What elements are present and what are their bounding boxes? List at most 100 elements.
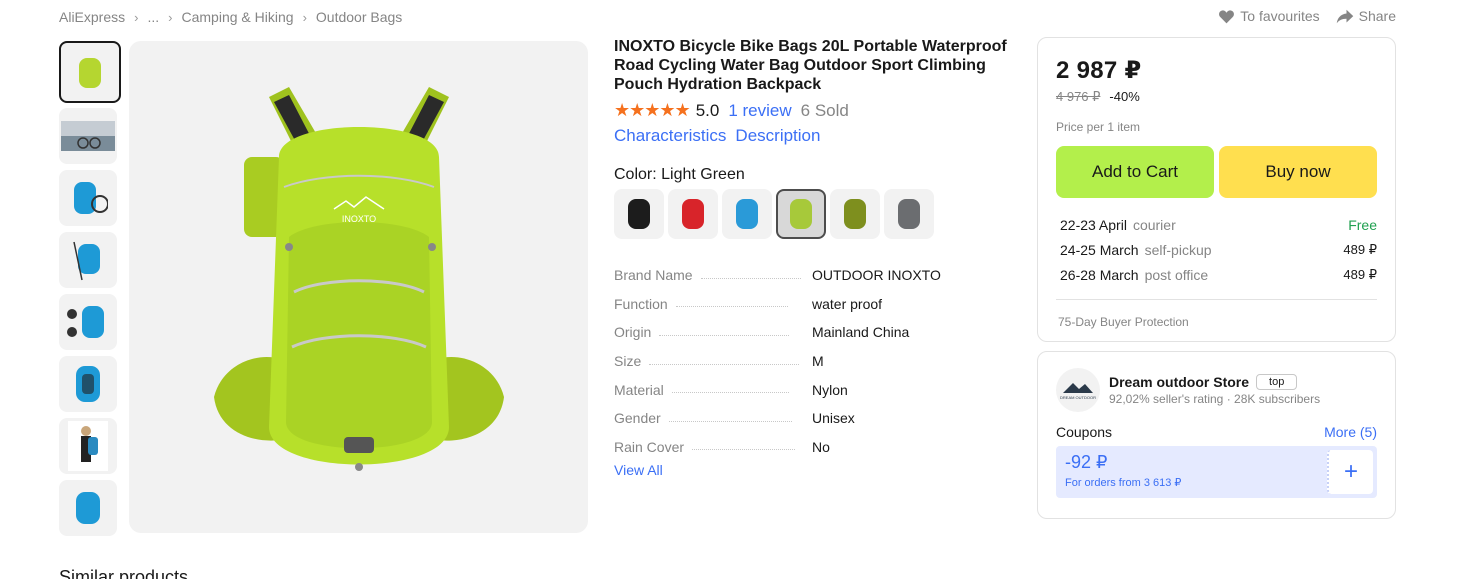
thumbnail-1[interactable] (59, 41, 121, 103)
product-page: AliExpress › ... › Camping & Hiking › Ou… (0, 0, 1466, 579)
shipping-date: 26-28 March (1060, 266, 1139, 283)
store-logo[interactable]: DREAM OUTDOOR (1056, 368, 1100, 412)
thumbnail-2[interactable] (59, 108, 117, 164)
model-thumb-image (68, 421, 108, 471)
chevron-right-icon: › (302, 9, 307, 25)
dot-separator: · (1226, 392, 1235, 406)
breadcrumb-outdoor-bags[interactable]: Outdoor Bags (316, 9, 402, 25)
coupon-condition: For orders from 3 613 ₽ (1065, 477, 1182, 489)
spec-leader (649, 363, 800, 365)
price-note: Price per 1 item (1056, 120, 1141, 134)
rating-value: 5.0 (695, 100, 720, 120)
share-button[interactable]: Share (1336, 8, 1396, 24)
more-coupons-link[interactable]: More (5) (1324, 424, 1377, 440)
shipping-option[interactable]: 24-25 March self-pickup 489 ₽ (1060, 237, 1377, 262)
spec-leader (659, 334, 790, 336)
current-price: 2 987 ₽ (1056, 57, 1142, 84)
spec-row: Function water proof (614, 290, 1014, 319)
backpack-swatch-image (628, 199, 650, 229)
shipping-price: 489 ₽ (1343, 266, 1377, 282)
spec-value: Mainland China (812, 324, 910, 341)
color-swatch-red[interactable] (668, 189, 718, 239)
shipping-method: post office (1144, 266, 1209, 283)
backpack-thumb-image (79, 58, 101, 88)
sold-count: 6 Sold (800, 100, 849, 120)
shipping-date: 22-23 April (1060, 216, 1127, 233)
shipping-method: self-pickup (1144, 241, 1212, 258)
store-name[interactable]: Dream outdoor Store (1109, 374, 1249, 390)
spec-row: Origin Mainland China (614, 318, 1014, 347)
spec-row: Gender Unisex (614, 404, 1014, 433)
top-store-badge: top (1256, 374, 1298, 390)
spec-row: Rain Cover No (614, 433, 1014, 462)
main-product-image[interactable]: INOXTO (129, 41, 588, 533)
backpack-swatch-image (736, 199, 758, 229)
thumbnail-8[interactable] (59, 480, 117, 536)
spec-key: Material (614, 381, 664, 398)
top-actions: To favourites Share (1218, 8, 1396, 24)
chevron-right-icon: › (134, 9, 139, 25)
spec-leader (675, 306, 788, 308)
color-swatch-light-green[interactable] (776, 189, 826, 239)
thumbnail-4[interactable] (59, 232, 117, 288)
favourites-button[interactable]: To favourites (1218, 8, 1320, 24)
reviews-link[interactable]: 1 review (728, 101, 791, 121)
buyer-protection[interactable]: 75-Day Buyer Protection (1056, 315, 1377, 329)
spec-key: Rain Cover (614, 438, 685, 455)
svg-text:INOXTO: INOXTO (341, 214, 375, 224)
store-logo-text: DREAM OUTDOOR (1060, 395, 1096, 400)
backpack-thumb-image (67, 306, 104, 338)
thumbnail-7[interactable] (59, 418, 117, 474)
thumbnail-6[interactable] (59, 356, 117, 412)
color-swatches (614, 189, 1014, 239)
breadcrumb-ellipsis[interactable]: ... (147, 9, 159, 25)
spec-leader (692, 449, 796, 451)
coupon-amount: -92 ₽ (1065, 452, 1108, 472)
spec-key: Brand Name (614, 267, 693, 284)
tab-description[interactable]: Description (735, 126, 820, 146)
store-name-row: Dream outdoor Store top (1109, 374, 1320, 390)
buy-now-button[interactable]: Buy now (1219, 146, 1377, 198)
spec-value: OUTDOOR INOXTO (812, 267, 941, 284)
breadcrumb-camping-hiking[interactable]: Camping & Hiking (182, 9, 294, 25)
spec-row: Brand Name OUTDOOR INOXTO (614, 261, 1014, 290)
thumbnail-list (59, 41, 121, 542)
store-logo-image: DREAM OUTDOOR (1060, 383, 1096, 400)
spec-leader (671, 392, 789, 394)
subscriber-count: 28K subscribers (1234, 392, 1321, 406)
tab-characteristics[interactable]: Characteristics (614, 126, 726, 146)
view-all-link[interactable]: View All (614, 462, 663, 478)
store-stats: 92,02% seller's rating · 28K subscribers (1109, 392, 1320, 406)
shipping-option[interactable]: 22-23 April courier Free (1060, 212, 1377, 237)
color-swatch-gray[interactable] (884, 189, 934, 239)
rating-row: ★★★★★ 5.0 1 review 6 Sold (614, 100, 1014, 121)
shipping-price: 489 ₽ (1343, 241, 1377, 257)
shipping-option[interactable]: 26-28 March post office 489 ₽ (1060, 262, 1377, 287)
spec-row: Material Nylon (614, 375, 1014, 404)
color-swatch-blue[interactable] (722, 189, 772, 239)
thumbnail-3[interactable] (59, 170, 117, 226)
coupon-card: -92 ₽ For orders from 3 613 ₽ + (1056, 446, 1377, 498)
breadcrumb-aliexpress[interactable]: AliExpress (59, 9, 125, 25)
spec-value: Unisex (812, 410, 855, 427)
backpack-thumb-image (76, 492, 100, 524)
shipping-price: Free (1348, 216, 1377, 233)
spec-row: Size M (614, 347, 1014, 376)
backpack-swatch-image (898, 199, 920, 229)
divider (1056, 299, 1377, 300)
old-price-row: 4 976 ₽ -40% (1056, 89, 1377, 105)
color-swatch-olive[interactable] (830, 189, 880, 239)
color-swatch-black[interactable] (614, 189, 664, 239)
thumbnail-5[interactable] (59, 294, 117, 350)
favourites-label: To favourites (1240, 8, 1320, 24)
coupons-title: Coupons (1056, 424, 1113, 440)
coupon-body: -92 ₽ For orders from 3 613 ₽ (1056, 446, 1327, 498)
add-to-cart-button[interactable]: Add to Cart (1056, 146, 1214, 198)
store-meta: Dream outdoor Store top 92,02% seller's … (1109, 374, 1320, 406)
breadcrumb: AliExpress › ... › Camping & Hiking › Ou… (59, 8, 402, 26)
add-coupon-button[interactable]: + (1327, 450, 1373, 494)
spec-value: No (812, 438, 830, 455)
store-header[interactable]: DREAM OUTDOOR Dream outdoor Store top 92… (1056, 368, 1377, 412)
shipping-method: courier (1132, 216, 1176, 233)
discount-badge: -40% (1109, 89, 1140, 104)
